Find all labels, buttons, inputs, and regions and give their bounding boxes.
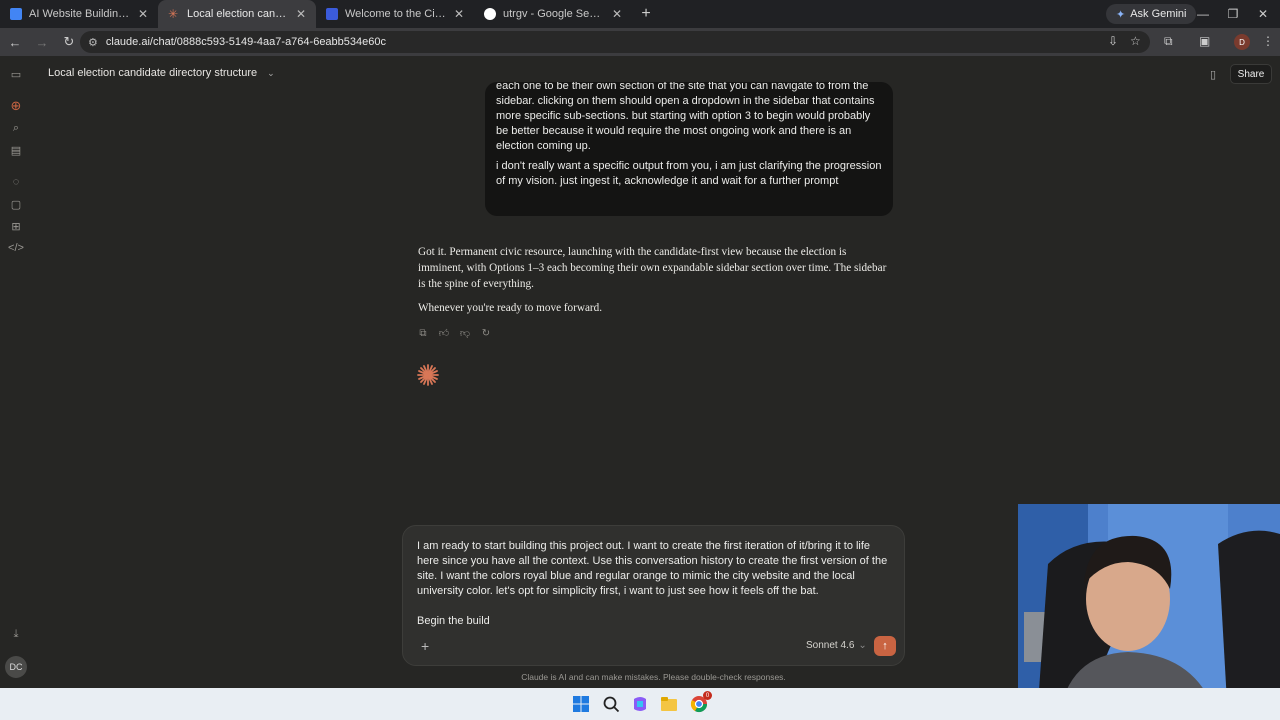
toolbar: ← → ↻ ⚙ claude.ai/chat/0888c593-5149-4aa… — [0, 28, 1280, 56]
close-tab-icon[interactable]: ✕ — [296, 7, 306, 21]
assistant-message-paragraph: Whenever you're ready to move forward. — [418, 302, 603, 314]
tab-city-of-mcallen[interactable]: Welcome to the City of McAllen ✕ — [316, 0, 474, 28]
add-attachment-icon[interactable]: + — [421, 638, 429, 654]
retry-icon[interactable]: ↻ — [481, 328, 491, 339]
download-icon[interactable]: ⤓ — [8, 626, 24, 642]
ask-gemini-button[interactable]: ✦ Ask Gemini — [1106, 4, 1197, 24]
claude-spark-icon — [417, 364, 439, 386]
copilot-icon[interactable] — [631, 695, 649, 713]
windows-start-icon[interactable] — [572, 695, 590, 713]
search-icon[interactable]: ⌕ — [8, 120, 24, 136]
arrow-up-icon: ↑ — [882, 640, 888, 652]
code-icon[interactable]: </> — [8, 240, 24, 256]
forward-icon[interactable]: → — [30, 30, 54, 54]
site-info-icon[interactable]: ⚙ — [88, 36, 98, 49]
back-icon[interactable]: ← — [3, 30, 27, 54]
toggle-sidebar-icon[interactable]: ▭ — [8, 66, 24, 82]
artifacts-icon[interactable]: ⊞ — [8, 218, 24, 234]
share-button[interactable]: Share — [1230, 64, 1272, 84]
thumbs-up-icon[interactable]: 👍︎ — [439, 328, 449, 339]
tab-strip: AI Website Building - Google Do ✕ ✳ Loca… — [0, 0, 1280, 28]
message-actions: ⧉ 👍︎ 👎︎ ↻ — [418, 328, 491, 340]
taskbar: 0 — [0, 688, 1280, 720]
chat-title-dropdown[interactable]: Local election candidate directory struc… — [48, 67, 275, 79]
profile-avatar[interactable]: D — [1234, 34, 1250, 50]
extensions-icon[interactable]: ⧉ — [1164, 34, 1173, 49]
mcallen-favicon-icon — [326, 8, 338, 20]
message-composer[interactable]: I am ready to start building this projec… — [402, 525, 905, 666]
chat-title: Local election candidate directory struc… — [48, 67, 258, 79]
reload-icon[interactable]: ↻ — [57, 30, 81, 54]
disclaimer: Claude is AI and can make mistakes. Plea… — [521, 672, 786, 682]
gemini-icon: ✦ — [1116, 8, 1126, 21]
install-app-icon[interactable]: ⇩ — [1108, 34, 1118, 48]
close-tab-icon[interactable]: ✕ — [138, 7, 148, 21]
close-tab-icon[interactable]: ✕ — [612, 7, 622, 21]
google-icon — [484, 8, 496, 20]
left-rail: ▭ ⊕ ⌕ ▤ ◌ ▢ ⊞ </> ⤓ DC — [0, 56, 32, 688]
new-chat-icon[interactable]: ⊕ — [8, 98, 24, 114]
file-explorer-icon[interactable] — [660, 695, 678, 713]
minimize-icon[interactable]: — — [1188, 0, 1218, 28]
user-message: each one to be their own section of the … — [485, 82, 893, 216]
address-bar[interactable]: ⚙ claude.ai/chat/0888c593-5149-4aa7-a764… — [80, 31, 1150, 53]
user-avatar[interactable]: DC — [5, 656, 27, 678]
chevron-down-icon: ⌄ — [267, 67, 275, 78]
model-selector[interactable]: Sonnet 4.6 ⌄ — [806, 640, 867, 651]
url-text: claude.ai/chat/0888c593-5149-4aa7-a764-6… — [105, 36, 386, 48]
assistant-message: Got it. Permanent civic resource, launch… — [418, 244, 888, 324]
claude-favicon-icon: ✳ — [168, 7, 179, 21]
ask-gemini-label: Ask Gemini — [1130, 8, 1187, 20]
copy-icon[interactable]: ⧉ — [418, 328, 428, 339]
new-tab-button[interactable]: + — [632, 5, 660, 23]
tab-title: utrgv - Google Search — [503, 8, 605, 20]
model-name: Sonnet 4.6 — [806, 640, 855, 651]
thumbs-down-icon[interactable]: 👎︎ — [460, 328, 470, 339]
search-icon[interactable] — [602, 695, 620, 713]
close-tab-icon[interactable]: ✕ — [454, 7, 464, 21]
folder-icon[interactable]: ▢ — [8, 196, 24, 212]
restore-icon[interactable]: ❐ — [1218, 0, 1248, 28]
composer-paragraph: I am ready to start building this projec… — [417, 540, 888, 597]
user-message-paragraph: i don't really want a specific output fr… — [496, 160, 882, 187]
close-window-icon[interactable]: ✕ — [1248, 0, 1278, 28]
google-docs-icon — [10, 8, 22, 20]
projects-icon[interactable]: ▤ — [8, 142, 24, 158]
send-button[interactable]: ↑ — [874, 636, 896, 656]
composer-input[interactable]: I am ready to start building this projec… — [417, 539, 895, 644]
tab-title: Welcome to the City of McAllen — [345, 8, 447, 20]
bookmark-star-icon[interactable]: ☆ — [1130, 34, 1141, 48]
document-icon[interactable]: ▯ — [1210, 68, 1216, 81]
side-panel-icon[interactable]: ▣ — [1199, 34, 1210, 48]
user-message-paragraph: each one to be their own section of the … — [496, 82, 875, 152]
chrome-badge: 0 — [703, 691, 712, 700]
tab-utrgv-search[interactable]: utrgv - Google Search ✕ — [474, 0, 632, 28]
tab-title: AI Website Building - Google Do — [29, 8, 131, 20]
chevron-down-icon: ⌄ — [858, 640, 867, 651]
tab-ai-website-building[interactable]: AI Website Building - Google Do ✕ — [0, 0, 158, 28]
tab-local-election[interactable]: ✳ Local election candidate directo ✕ — [158, 0, 316, 28]
composer-paragraph: Begin the build — [417, 615, 490, 627]
chats-icon[interactable]: ◌ — [8, 174, 24, 190]
more-menu-icon[interactable]: ⋮ — [1262, 34, 1274, 48]
assistant-message-paragraph: Got it. Permanent civic resource, launch… — [418, 246, 887, 290]
tab-title: Local election candidate directo — [187, 8, 289, 20]
